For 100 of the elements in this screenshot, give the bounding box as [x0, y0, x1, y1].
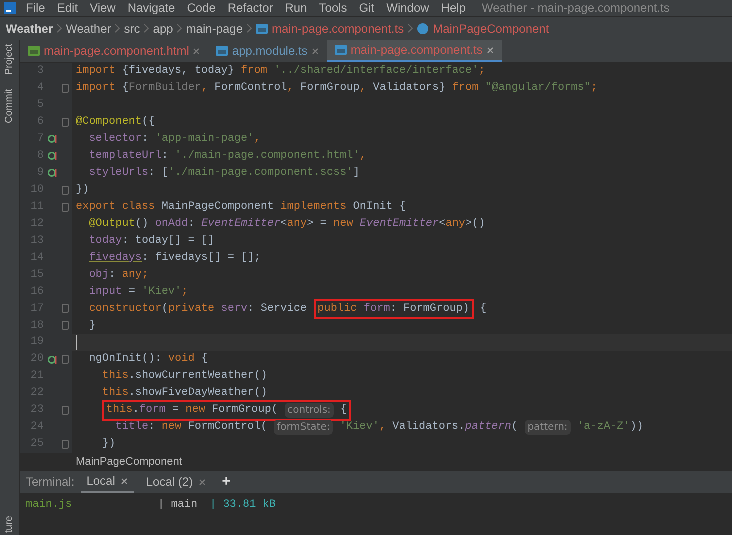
code-token: : [148, 420, 156, 436]
close-icon[interactable] [199, 478, 206, 486]
menu-item[interactable]: Navigate [122, 2, 182, 14]
tool-window-button[interactable]: Project [2, 44, 17, 76]
code-token: = [171, 403, 180, 418]
code-token: ({ [142, 115, 156, 130]
fold-icon[interactable] [62, 84, 69, 93]
code-token: , [360, 81, 368, 96]
close-icon[interactable] [312, 48, 319, 54]
text-cursor [76, 335, 77, 350]
breadcrumb-item[interactable]: src [124, 20, 140, 38]
code-token: , [287, 81, 295, 96]
code-token: )) [630, 420, 644, 436]
code-token: constructor [88, 302, 162, 317]
editor-breadcrumb[interactable]: MainPageComponent [76, 454, 182, 470]
code-token: 'Kiev' [338, 420, 380, 436]
fold-icon[interactable] [62, 304, 69, 314]
menu-item[interactable]: View [84, 2, 122, 14]
code-token: ] [353, 166, 360, 181]
code-token: {fivedays, today} [122, 64, 236, 80]
code-token: ; [182, 284, 188, 300]
menu-item[interactable]: Code [181, 2, 222, 14]
code-token: = [128, 284, 136, 300]
code-token: ( [511, 420, 520, 436]
code-token: }) [76, 182, 90, 198]
terminal-text: | 33.81 kB [210, 498, 276, 513]
close-icon[interactable] [121, 478, 128, 484]
breadcrumb-item[interactable]: Weather [66, 20, 112, 38]
fold-icon[interactable] [62, 406, 69, 416]
menu-item[interactable]: Window [380, 2, 436, 14]
editor-tab[interactable]: app.module.ts [208, 40, 327, 62]
code-token: : [ [148, 166, 168, 181]
code-token: : today[] = [] [122, 234, 215, 249]
breadcrumb-item[interactable]: main-page [186, 20, 244, 38]
breadcrumb-item[interactable]: app [153, 20, 174, 38]
menu-item[interactable]: Help [435, 2, 472, 14]
code-token: Validators} [373, 81, 447, 96]
terminal-label: Terminal: [26, 474, 75, 491]
terminal-tab[interactable]: Local (2) [140, 471, 212, 493]
parameter-hint: pattern: [524, 420, 571, 435]
code-token: OnInit { [353, 200, 406, 215]
code-token: any [446, 216, 466, 232]
chevron-icon [247, 24, 252, 33]
code-token: FormControl [214, 81, 288, 96]
fold-icon[interactable] [62, 186, 69, 195]
code-token: } [88, 318, 96, 334]
code-token: title [114, 420, 149, 436]
fold-icon[interactable] [62, 355, 69, 364]
code-token: '../shared/interface/interface' [274, 64, 479, 80]
code-token: import [76, 64, 117, 80]
breadcrumb-item[interactable]: Weather [6, 20, 54, 38]
class-icon [417, 22, 430, 34]
menu-item[interactable]: Tools [313, 2, 354, 14]
code-token: { [340, 403, 348, 418]
menu-item[interactable]: Refactor [222, 2, 280, 14]
code-token: () [135, 216, 150, 232]
tool-window-button[interactable]: ture [2, 516, 17, 533]
parameter-hint: controls: [284, 403, 334, 418]
override-icon[interactable] [48, 354, 58, 365]
fold-icon[interactable] [62, 440, 69, 449]
code-token: ; [590, 81, 598, 96]
menu-item[interactable]: Edit [51, 2, 84, 14]
code-token: ; [478, 64, 486, 80]
code-token: ngOnInit(): [88, 352, 163, 368]
fold-icon[interactable] [62, 118, 69, 127]
code-token: }) [101, 437, 116, 452]
code-token: : fivedays[] = []; [142, 250, 261, 266]
code-token: from [452, 81, 480, 96]
new-tab-button[interactable]: + [218, 470, 235, 494]
override-icon[interactable] [48, 134, 58, 144]
chevron-icon [177, 24, 182, 33]
override-icon[interactable] [48, 151, 58, 162]
code-token: < [280, 216, 288, 232]
code-token: < [439, 216, 446, 232]
code-token: : Service [248, 302, 308, 317]
code-token: : [188, 216, 196, 232]
close-icon[interactable] [486, 46, 494, 54]
code-token: this [101, 386, 129, 402]
code-token: fivedays [89, 250, 142, 266]
code-token: new [186, 403, 206, 418]
override-icon[interactable] [48, 168, 58, 178]
code-token: FormBuilder [128, 81, 202, 96]
code-token: , [254, 132, 261, 148]
menu-item[interactable]: File [20, 2, 52, 14]
code-token: .showFiveDayWeather() [128, 386, 268, 402]
tool-window-button[interactable]: Commit [2, 89, 17, 124]
code-token: private [168, 302, 216, 317]
fold-icon[interactable] [62, 321, 69, 330]
file-icon [334, 44, 347, 56]
code-token: MainPageComponent [162, 200, 276, 215]
code-token: EventEmitter [201, 216, 281, 232]
code-token: : [142, 132, 150, 148]
code-token: obj [88, 268, 110, 283]
menu-item[interactable]: Run [279, 2, 314, 14]
code-token: @Component [76, 115, 142, 130]
close-icon[interactable] [193, 48, 200, 54]
code-token: today [88, 234, 122, 249]
menu-item[interactable]: Git [353, 2, 381, 14]
fold-icon[interactable] [62, 202, 69, 212]
file-icon [28, 45, 40, 57]
